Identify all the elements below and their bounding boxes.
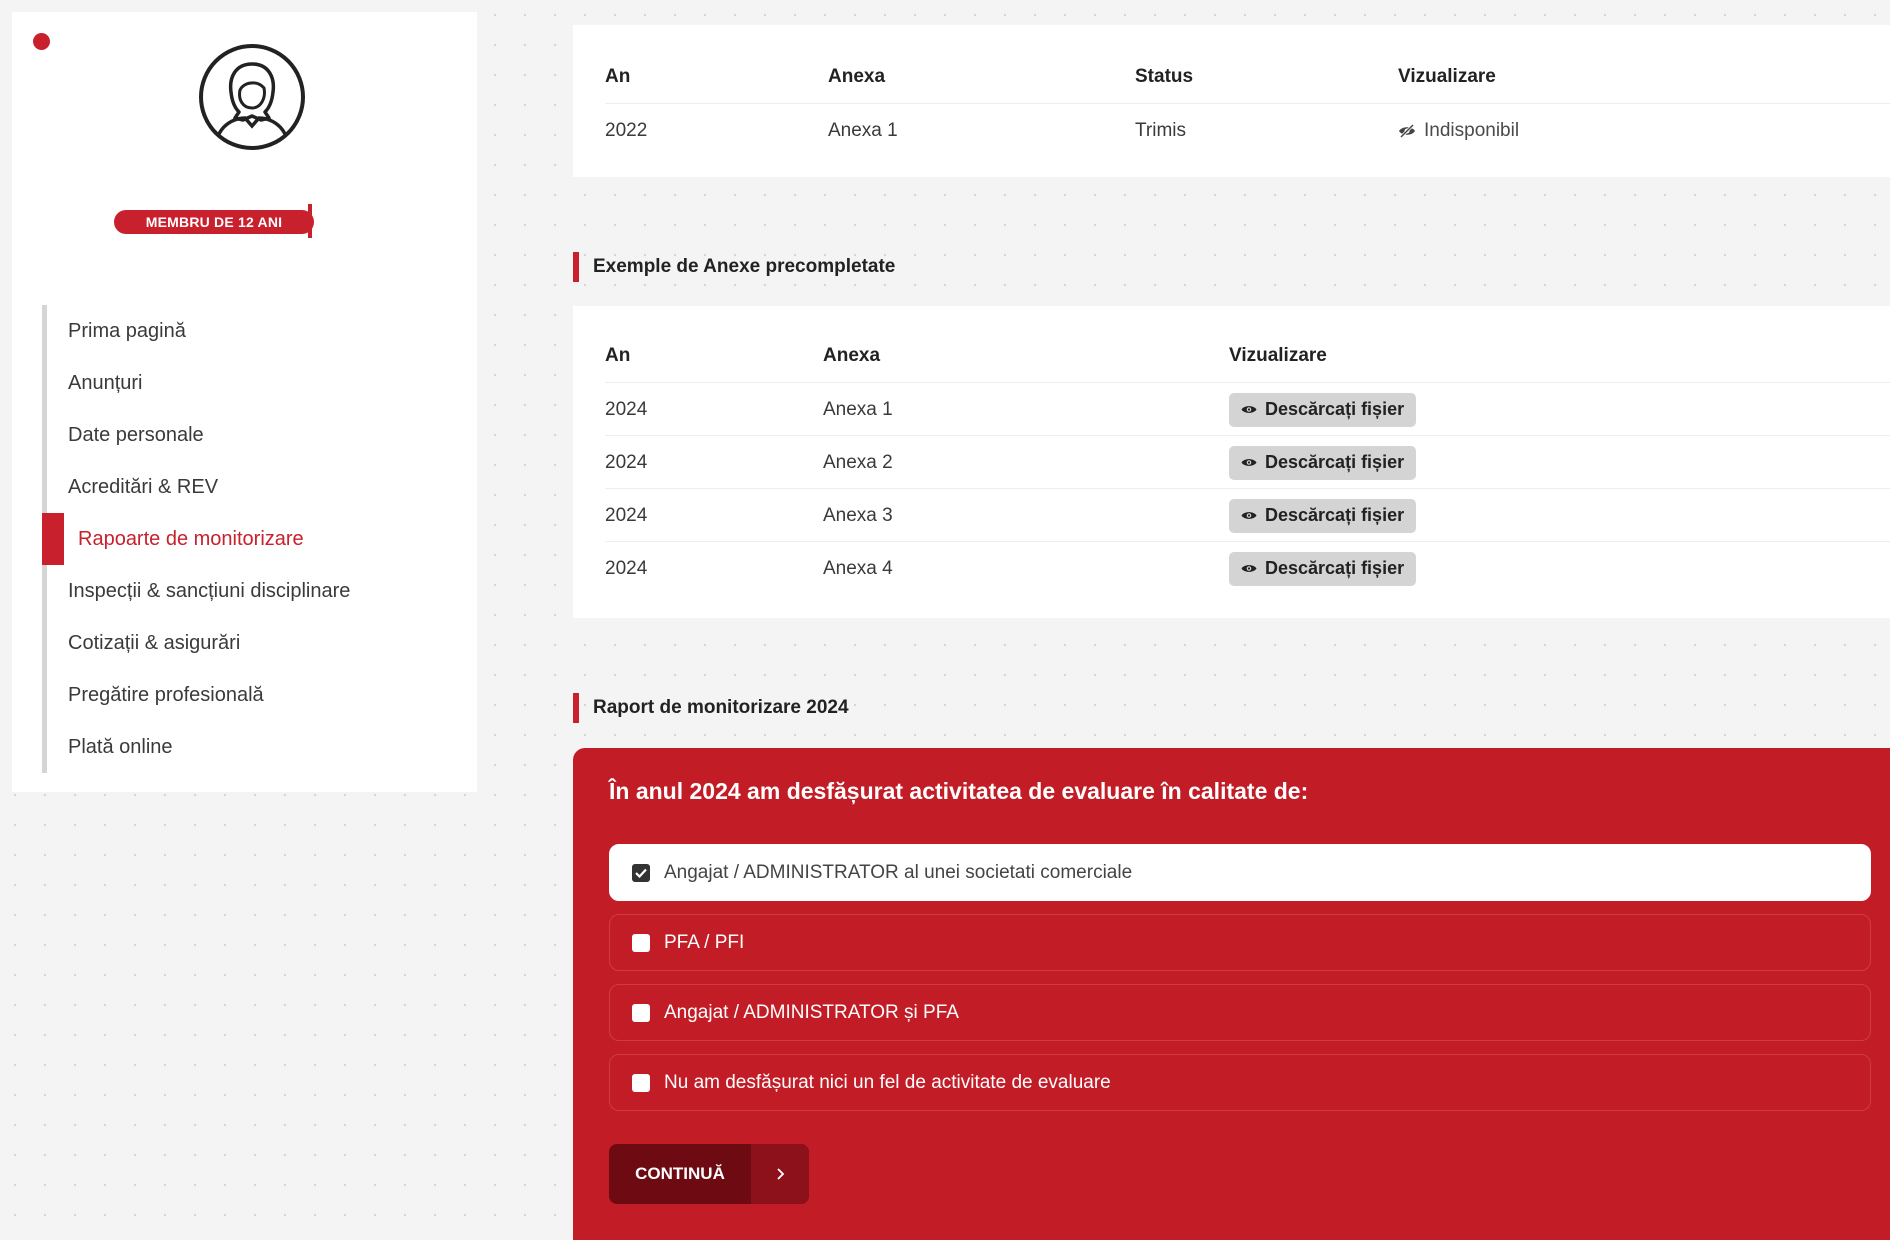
download-file-button[interactable]: Descărcați fișier (1229, 551, 1417, 586)
unavailable-label: Indisponibil (1424, 119, 1520, 141)
row-year: 2024 (605, 398, 648, 420)
sidebar-item-inspectii[interactable]: Inspecții & sancțiuni disciplinare (42, 565, 462, 617)
download-file-label: Descărcați fișier (1265, 505, 1405, 525)
sidebar-item-anunturi[interactable]: Anunțuri (42, 357, 462, 409)
reports-table: An Anexa Status Vizualizare 2022 Anexa 1… (573, 25, 1890, 177)
download-file-label: Descărcați fișier (1265, 558, 1405, 578)
download-file-button[interactable]: Descărcați fișier (1229, 445, 1417, 480)
table-row: 2024 Anexa 4 Descărcați fișier (605, 541, 1890, 594)
download-file-label: Descărcați fișier (1265, 452, 1405, 472)
col-header-view: Vizualizare (1398, 65, 1496, 87)
table-row: 2022 Anexa 1 Trimis Indisponibil (605, 103, 1890, 156)
checkbox[interactable] (632, 1073, 650, 1092)
checkbox[interactable] (632, 933, 650, 952)
examples-section-title: Exemple de Anexe precompletate (573, 252, 895, 282)
row-annex: Anexa 3 (823, 504, 893, 526)
eye-icon (1241, 565, 1257, 572)
report-question: În anul 2024 am desfășurat activitatea d… (609, 778, 1309, 804)
row-annex: Anexa 1 (823, 398, 893, 420)
option-employee-administrator[interactable]: Angajat / ADMINISTRATOR al unei societat… (609, 844, 1871, 901)
sidebar-item-date-personale[interactable]: Date personale (42, 409, 462, 461)
continue-button-label: CONTINUĂ (635, 1164, 725, 1183)
monitoring-report-form: În anul 2024 am desfășurat activitatea d… (573, 748, 1890, 1240)
table-row: 2024 Anexa 3 Descărcați fișier (605, 488, 1890, 541)
row-annex: Anexa 2 (823, 451, 893, 473)
membership-badge: MEMBRU DE 12 ANI (102, 200, 342, 244)
col-header-year: An (605, 344, 631, 366)
row-view: Indisponibil (1398, 104, 1519, 157)
continue-button[interactable]: CONTINUĂ (609, 1144, 809, 1204)
option-label: Angajat / ADMINISTRATOR și PFA (664, 1001, 959, 1023)
checkbox-checked[interactable] (632, 863, 650, 882)
option-pfa-pfi[interactable]: PFA / PFI (609, 914, 1871, 971)
table-row: 2024 Anexa 1 Descărcați fișier (605, 382, 1890, 435)
option-label: Nu am desfășurat nici un fel de activita… (664, 1071, 1111, 1093)
row-year: 2024 (605, 451, 648, 473)
eye-icon (1241, 406, 1257, 413)
unavailable-indicator: Indisponibil (1398, 120, 1519, 142)
row-view: Descărcați fișier (1229, 383, 1417, 436)
col-header-year: An (605, 65, 631, 87)
sidebar-item-cotizatii[interactable]: Cotizații & asigurări (42, 617, 462, 669)
row-year: 2024 (605, 557, 648, 579)
check-icon (635, 868, 647, 878)
checkbox[interactable] (632, 1003, 650, 1022)
download-file-button[interactable]: Descărcați fișier (1229, 498, 1417, 533)
table-row: 2024 Anexa 2 Descărcați fișier (605, 435, 1890, 488)
row-view: Descărcați fișier (1229, 542, 1417, 595)
download-file-button[interactable]: Descărcați fișier (1229, 392, 1417, 427)
sidebar-item-rapoarte[interactable]: Rapoarte de monitorizare (42, 513, 462, 565)
reports-table-header: An Anexa Status Vizualizare (605, 50, 1890, 103)
examples-table-header: An Anexa Vizualizare (605, 329, 1890, 382)
row-year: 2024 (605, 504, 648, 526)
membership-badge-tab (308, 204, 312, 238)
option-label: PFA / PFI (664, 931, 745, 953)
chevron-right-icon (751, 1144, 809, 1204)
eye-icon (1241, 512, 1257, 519)
eye-icon (1241, 459, 1257, 466)
col-header-view: Vizualizare (1229, 344, 1327, 366)
row-annex: Anexa 1 (828, 119, 898, 141)
examples-table: An Anexa Vizualizare 2024 Anexa 1 Descăr… (573, 306, 1890, 618)
row-view: Descărcați fișier (1229, 489, 1417, 542)
sidebar-item-acreditari[interactable]: Acreditări & REV (42, 461, 462, 513)
row-annex: Anexa 4 (823, 557, 893, 579)
sidebar-item-prima-pagina[interactable]: Prima pagină (42, 305, 462, 357)
col-header-annex: Anexa (823, 344, 881, 366)
sidebar-nav: Prima pagină Anunțuri Date personale Acr… (42, 305, 462, 773)
option-label: Angajat / ADMINISTRATOR al unei societat… (664, 861, 1133, 883)
sidebar-item-plata-online[interactable]: Plată online (42, 721, 462, 773)
option-employee-and-pfa[interactable]: Angajat / ADMINISTRATOR și PFA (609, 984, 1871, 1041)
row-status: Trimis (1135, 119, 1186, 141)
membership-badge-label: MEMBRU DE 12 ANI (114, 210, 314, 234)
eye-slash-icon (1399, 123, 1415, 138)
avatar-icon[interactable] (197, 42, 307, 152)
col-header-status: Status (1135, 65, 1194, 87)
app-root: MEMBRU DE 12 ANI Prima pagină Anunțuri D… (0, 0, 1890, 1240)
col-header-annex: Anexa (828, 65, 886, 87)
row-year: 2022 (605, 119, 648, 141)
sidebar: MEMBRU DE 12 ANI Prima pagină Anunțuri D… (12, 12, 477, 792)
sidebar-item-pregatire[interactable]: Pregătire profesională (42, 669, 462, 721)
option-no-activity[interactable]: Nu am desfășurat nici un fel de activita… (609, 1054, 1871, 1111)
row-view: Descărcați fișier (1229, 436, 1417, 489)
online-status-dot (33, 33, 50, 50)
download-file-label: Descărcați fișier (1265, 399, 1405, 419)
report-section-title: Raport de monitorizare 2024 (573, 693, 849, 723)
